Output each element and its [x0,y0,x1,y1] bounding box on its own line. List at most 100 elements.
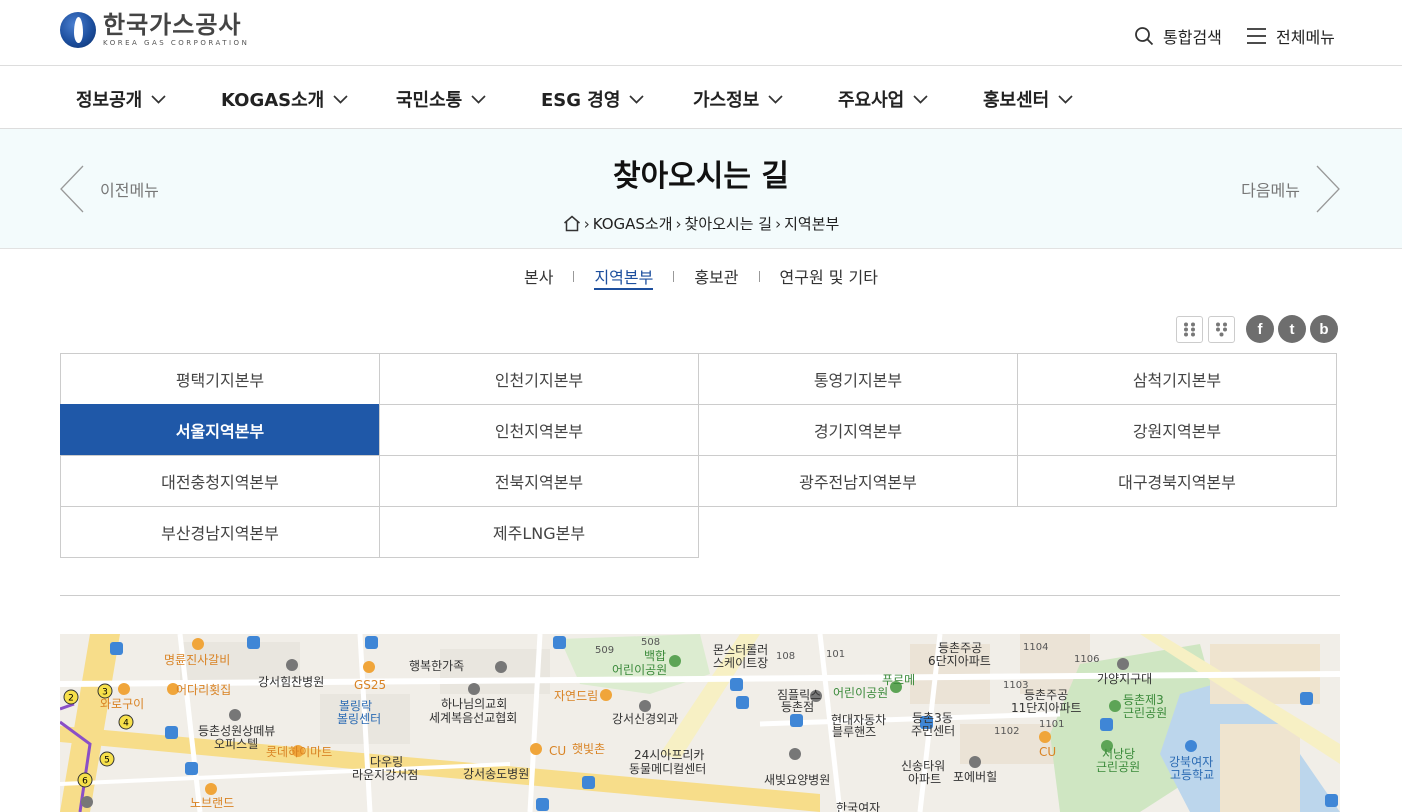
region-button[interactable]: 제주LNG본부 [379,506,699,558]
chevron-right-icon [1316,165,1340,213]
twitter-share-button[interactable]: t [1278,315,1306,343]
section-divider [60,595,1340,596]
gnb-item-esg[interactable]: ESG 경영 [541,86,645,112]
map-label: 강서신경외과 [612,712,679,726]
map-label: 블루핸즈 [832,725,877,739]
breadcrumb-separator: › [583,214,590,233]
region-button[interactable]: 대구경북지역본부 [1017,455,1337,507]
map-label: 508 [641,637,661,648]
map-label: 어다리횟집 [176,683,232,697]
map-label: 근린공원 [1096,760,1141,774]
gnb-item-main-business[interactable]: 주요사업 [838,86,928,112]
facebook-share-button[interactable]: f [1246,315,1274,343]
map-label: 어린이공원 [833,686,889,700]
global-navigation: 정보공개 KOGAS소개 국민소통 ESG 경영 가스정보 주요사업 홍보센터 [0,66,1402,129]
url-copy-button[interactable] [1208,315,1235,343]
chevron-down-icon [471,94,486,104]
hamburger-icon [1247,28,1266,44]
tab-research-etc[interactable]: 연구원 및 기타 [760,264,899,288]
chevron-down-icon [768,94,783,104]
search-label: 통합검색 [1163,28,1222,47]
gnb-item-info-disclosure[interactable]: 정보공개 [76,86,166,112]
svg-text:3: 3 [102,688,108,698]
region-button[interactable]: 인천기지본부 [379,353,699,405]
map-label: GS25 [354,678,387,692]
region-button[interactable]: 통영기지본부 [698,353,1018,405]
map-label: 자연드림 [554,689,599,703]
map-label: 24시아프리카 [634,748,705,762]
full-menu-label: 전체메뉴 [1276,28,1335,47]
tab-pr-hall[interactable]: 홍보관 [674,264,758,288]
region-button[interactable]: 경기지역본부 [698,404,1018,456]
print-button[interactable] [1176,315,1203,343]
map-label: 108 [776,651,796,662]
region-button[interactable]: 부산경남지역본부 [60,506,380,558]
map-label: 어린이공원 [612,663,668,677]
tab-headquarters[interactable]: 본사 [504,264,573,288]
chevron-down-icon [333,94,348,104]
breadcrumb-item[interactable]: 찾아오시는 길 [685,213,773,234]
chevron-down-icon [151,94,166,104]
location-map[interactable]: 2 3 4 5 6 명륜진사갈비 강서힘찬병원 GS25 행복한가족 어다리횟집… [60,634,1340,812]
top-bar: 한국가스공사 KOREA GAS CORPORATION 통합검색 전체메뉴 [0,0,1402,66]
region-button[interactable]: 전북지역본부 [379,455,699,507]
svg-text:5: 5 [104,756,110,766]
map-label: CU [1039,745,1057,759]
integrated-search-button[interactable]: 통합검색 [1134,24,1222,48]
map-label: 와로구이 [100,697,145,711]
map-label: 1106 [1074,654,1100,665]
map-label: 롯데하이마트 [266,745,333,759]
svg-text:2: 2 [68,694,74,704]
breadcrumb: › KOGAS소개 › 찾아오시는 길 › 지역본부 [0,213,1402,234]
tab-regional-headquarters[interactable]: 지역본부 [574,264,673,290]
next-menu-label: 다음메뉴 [1241,181,1300,200]
map-label: 고등학교 [1170,768,1215,782]
chevron-down-icon [913,94,928,104]
map-base: 2 3 4 5 6 [60,634,1340,812]
breadcrumb-item[interactable]: 지역본부 [784,213,839,234]
region-button[interactable]: 대전충청지역본부 [60,455,380,507]
next-menu-button[interactable]: 다음메뉴 [1241,165,1340,213]
kogas-logo[interactable]: 한국가스공사 KOREA GAS CORPORATION [60,12,249,48]
map-label: 명륜진사갈비 [164,653,231,667]
map-label: 강서송도병원 [463,767,530,781]
region-button[interactable]: 인천지역본부 [379,404,699,456]
full-menu-button[interactable]: 전체메뉴 [1246,24,1335,48]
region-button[interactable]: 평택기지본부 [60,353,380,405]
sub-tabs: 본사 지역본부 홍보관 연구원 및 기타 [0,264,1402,290]
map-label: 509 [595,645,615,656]
gnb-item-kogas-intro[interactable]: KOGAS소개 [221,86,348,112]
home-icon[interactable] [563,215,581,232]
chevron-down-icon [629,94,645,104]
region-button-selected[interactable]: 서울지역본부 [60,404,380,456]
map-label: CU [549,744,567,758]
map-label: 등촌점 [781,700,815,714]
map-label: 동물메디컬센터 [629,762,707,776]
svg-text:4: 4 [123,719,129,729]
map-label: 포에버힐 [953,770,998,784]
map-label: 11단지아파트 [1011,701,1082,715]
map-label: 아파트 [908,772,942,786]
region-button[interactable]: 광주전남지역본부 [698,455,1018,507]
map-label: 노브랜드 [190,796,235,810]
gnb-item-gas-info[interactable]: 가스정보 [693,86,783,112]
region-button[interactable]: 삼척기지본부 [1017,353,1337,405]
svg-text:6: 6 [82,777,88,787]
grid-dots-icon [1216,322,1227,336]
logo-mark-icon [60,12,96,48]
map-label: 101 [826,649,846,660]
map-label: 오피스텔 [214,737,259,751]
map-label: 백합 [644,649,667,663]
breadcrumb-item[interactable]: KOGAS소개 [593,213,673,234]
search-icon [1135,27,1154,46]
breadcrumb-separator: › [675,214,682,233]
blog-share-button[interactable]: b [1310,315,1338,343]
gnb-item-public-communication[interactable]: 국민소통 [396,86,486,112]
map-label: 라운지강서점 [352,768,419,782]
map-label: 스케이트장 [713,656,769,670]
region-button[interactable]: 강원지역본부 [1017,404,1337,456]
sub-visual-banner: 이전메뉴 찾아오시는 길 › KOGAS소개 › 찾아오시는 길 › 지역본부 … [0,129,1402,249]
map-label: 하나님의교회 [441,697,508,711]
gnb-item-pr-center[interactable]: 홍보센터 [983,86,1073,112]
map-label: 6단지아파트 [928,654,991,668]
